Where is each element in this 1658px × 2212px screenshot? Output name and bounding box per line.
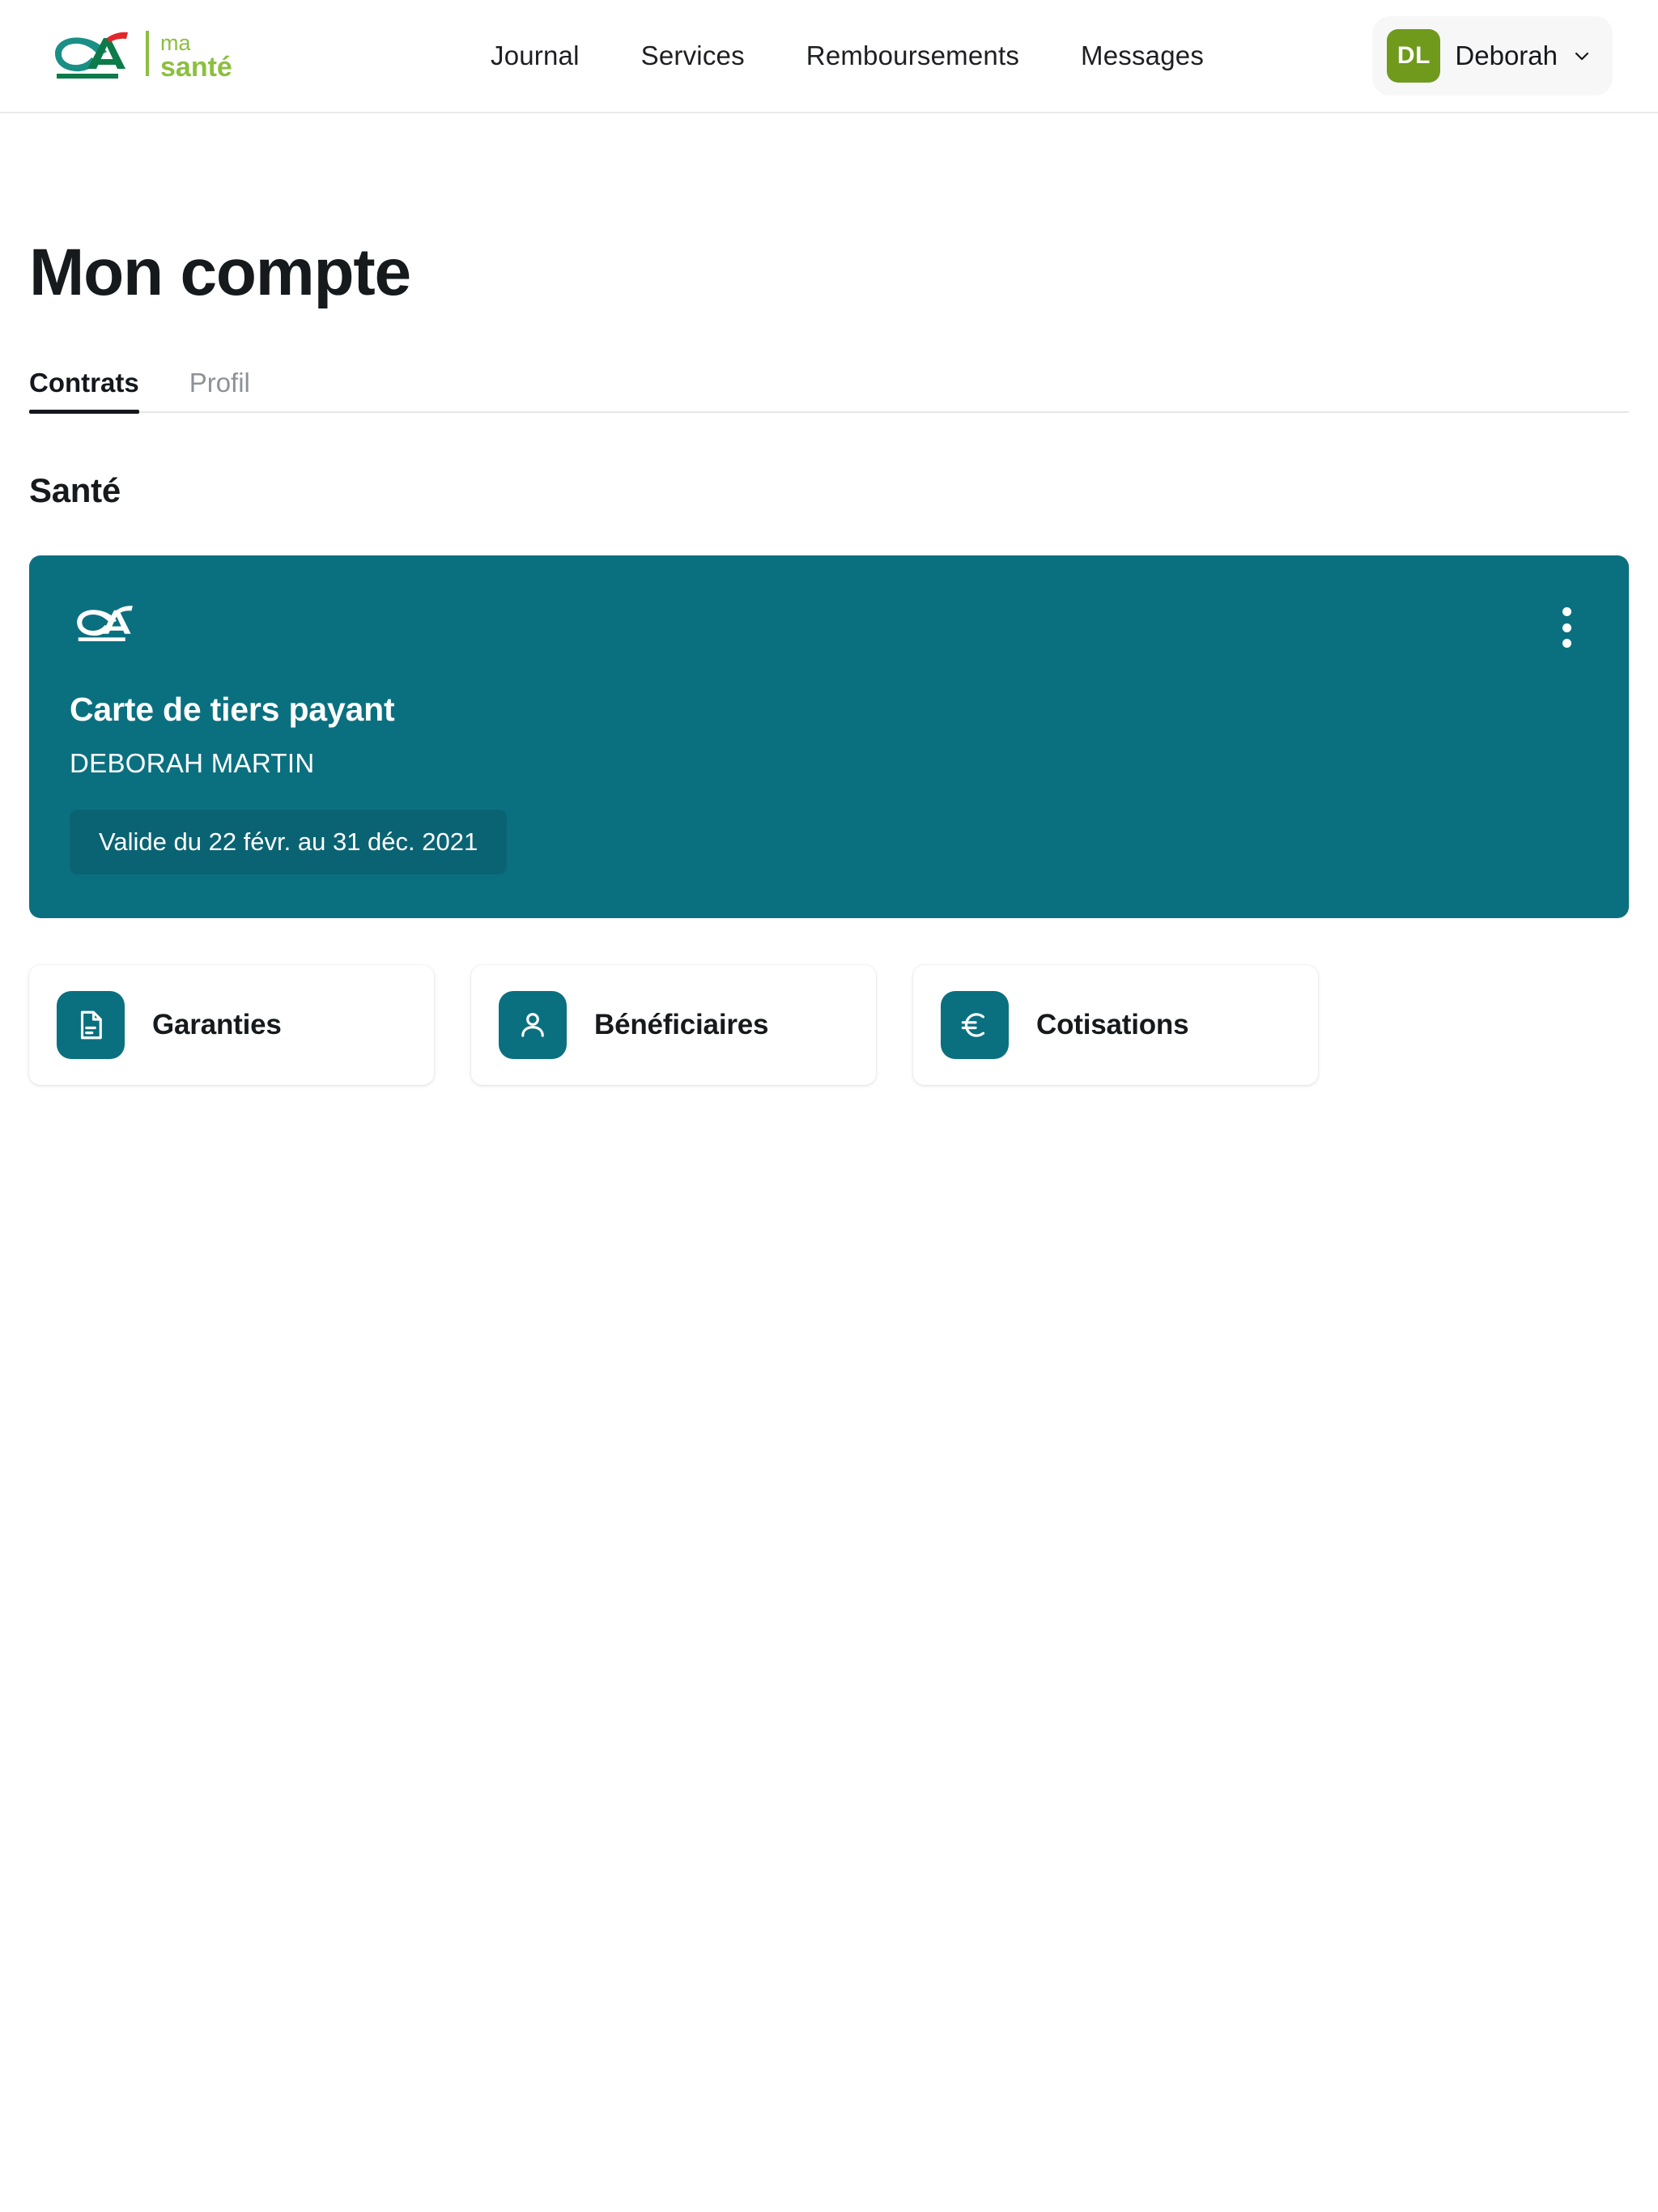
action-card-cotisations[interactable]: Cotisations — [913, 965, 1318, 1085]
action-card-label: Cotisations — [1036, 1009, 1189, 1040]
svg-text:santé: santé — [160, 52, 232, 81]
brand-logo-group[interactable]: ma santé — [45, 28, 283, 85]
action-card-row: Garanties Bénéficiaires Cotisations — [29, 965, 1629, 1085]
action-card-garanties[interactable]: Garanties — [29, 965, 434, 1085]
page-title: Mon compte — [29, 236, 411, 309]
user-menu-button[interactable]: DL Deborah — [1372, 16, 1613, 96]
nav-item-journal[interactable]: Journal — [491, 40, 580, 71]
page-content: Mon compte Contrats Profil Santé Carte d… — [0, 235, 1658, 1085]
action-card-beneficiaires[interactable]: Bénéficiaires — [471, 965, 876, 1085]
contract-validity-badge: Valide du 22 févr. au 31 déc. 2021 — [70, 810, 508, 874]
nav-item-messages[interactable]: Messages — [1081, 40, 1204, 71]
nav-item-remboursements[interactable]: Remboursements — [806, 40, 1019, 71]
tab-bar: Contrats Profil — [29, 368, 1629, 414]
kebab-menu-icon[interactable] — [1550, 604, 1584, 651]
avatar: DL — [1387, 29, 1441, 83]
app-header: ma santé Journal Services Remboursements… — [0, 0, 1658, 113]
action-card-label: Garanties — [152, 1009, 282, 1040]
nav-item-services[interactable]: Services — [641, 40, 745, 71]
document-icon — [57, 991, 125, 1059]
credit-agricole-logo-icon — [45, 29, 134, 83]
chevron-down-icon — [1572, 46, 1592, 66]
tab-profil[interactable]: Profil — [189, 368, 250, 411]
primary-navigation: Journal Services Remboursements Messages — [491, 40, 1204, 71]
contract-card-title: Carte de tiers payant — [70, 691, 395, 728]
euro-icon — [941, 991, 1009, 1059]
section-title-sante: Santé — [29, 471, 121, 509]
kebab-dot — [1562, 607, 1571, 616]
kebab-dot — [1562, 623, 1571, 632]
action-card-label: Bénéficiaires — [594, 1009, 769, 1040]
kebab-dot — [1562, 639, 1571, 648]
contract-card[interactable]: Carte de tiers payant DEBORAH MARTIN Val… — [29, 555, 1629, 918]
tab-contrats[interactable]: Contrats — [29, 368, 139, 414]
card-logo-wrap — [70, 602, 138, 647]
user-name-label: Deborah — [1455, 40, 1558, 70]
brand-wordmark: ma santé — [146, 28, 283, 85]
credit-agricole-logo-white-icon — [70, 602, 138, 647]
person-icon — [499, 991, 567, 1059]
contract-card-holder: DEBORAH MARTIN — [70, 748, 315, 778]
